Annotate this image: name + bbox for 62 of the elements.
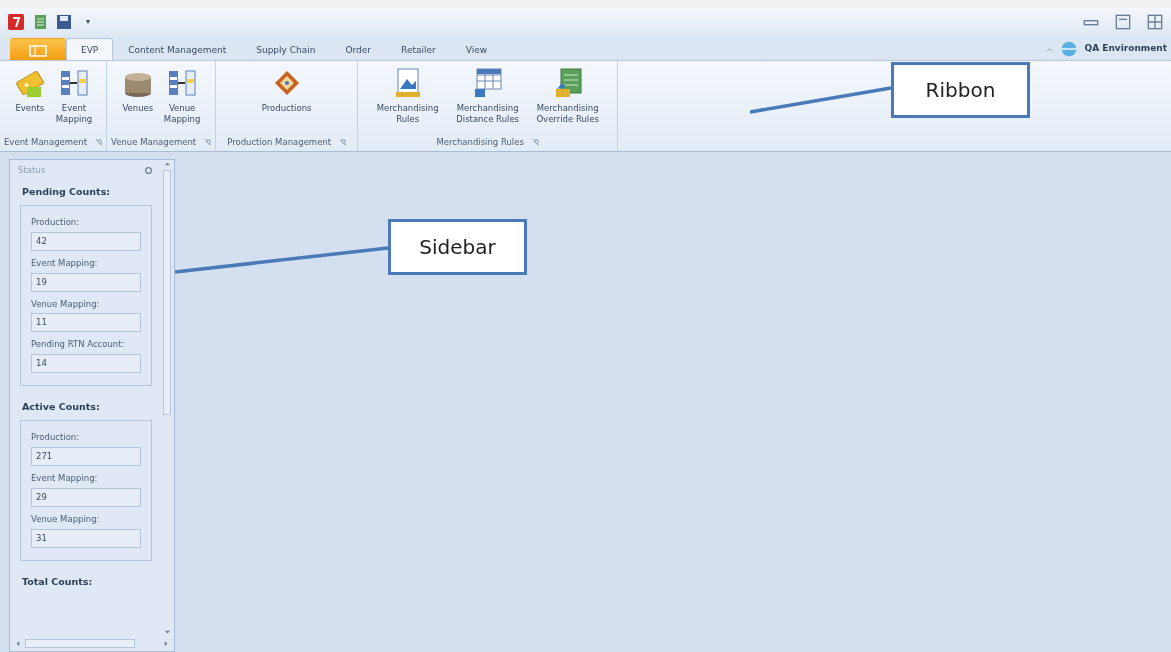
ribbon-button[interactable]: Merchandising Override Rules <box>528 65 607 137</box>
ribbon-button[interactable]: Venue Mapping <box>159 65 205 137</box>
group-label: Production Management <box>227 136 332 149</box>
collapse-icon[interactable] <box>1045 45 1053 53</box>
mapping-icon <box>167 67 198 99</box>
ribbon-button[interactable]: Productions <box>257 65 316 137</box>
scroll-up-icon[interactable] <box>163 160 171 167</box>
scroll-left-icon[interactable] <box>14 639 21 647</box>
scroll-right-icon[interactable] <box>163 639 170 647</box>
callout-label: Sidebar <box>388 219 527 275</box>
count-field[interactable]: 31 <box>31 528 141 548</box>
dialog-launcher-icon[interactable] <box>531 139 539 147</box>
ribbon-tab[interactable]: Retailer <box>386 38 451 60</box>
ribbon-button[interactable]: Merchandising Rules <box>368 65 447 137</box>
globe-icon <box>1060 41 1077 57</box>
group-label: Merchandising Rules <box>436 136 524 149</box>
group-label: Event Management <box>4 136 88 149</box>
mapping-icon <box>59 67 89 99</box>
count-field[interactable]: 29 <box>31 487 141 507</box>
dialog-launcher-icon[interactable] <box>95 139 103 147</box>
group-label: Venue Management <box>111 136 197 149</box>
field-label: Production: <box>31 216 81 229</box>
ribbon-button[interactable]: Events <box>9 65 50 137</box>
field-label: Venue Mapping: <box>31 512 101 526</box>
count-field[interactable]: 271 <box>31 447 141 466</box>
field-label: Production: <box>31 431 81 444</box>
ribbon-button[interactable]: Event Mapping <box>51 65 97 137</box>
ribbon-tab[interactable]: Order <box>330 38 387 60</box>
panel-title: Status <box>18 164 46 177</box>
app-logo-icon <box>8 14 24 30</box>
restore-icon[interactable] <box>1115 14 1131 30</box>
field-label: Event Mapping: <box>31 472 99 485</box>
count-field[interactable]: 19 <box>31 272 141 292</box>
count-field[interactable]: 11 <box>31 313 141 333</box>
field-label: Pending RTN Account: <box>31 338 126 351</box>
menu-caret[interactable]: ▾ <box>86 16 90 28</box>
scrollbar-thumb[interactable] <box>163 170 171 415</box>
section-title: Active Counts: <box>22 400 101 414</box>
count-field[interactable]: 14 <box>31 354 141 373</box>
file-tab[interactable] <box>10 38 66 60</box>
scrollbar-thumb[interactable] <box>25 638 135 648</box>
section-title: Total Counts: <box>22 574 94 589</box>
scroll-down-icon[interactable] <box>163 629 171 636</box>
spreadsheet-icon[interactable] <box>32 14 48 30</box>
count-field[interactable]: 42 <box>31 231 141 251</box>
maximize-icon[interactable] <box>1147 14 1163 30</box>
ribbon-tab[interactable]: View <box>450 38 503 60</box>
table-icon <box>472 67 503 99</box>
dialog-launcher-icon[interactable] <box>339 139 347 147</box>
ribbon-button[interactable]: Merchandising Distance Rules <box>448 65 527 137</box>
save-icon[interactable] <box>56 14 72 30</box>
field-label: Event Mapping: <box>31 256 99 270</box>
ribbon-tab[interactable]: Supply Chain <box>241 38 331 60</box>
callout-label: Ribbon <box>891 62 1030 118</box>
ribbon-button[interactable]: Venues <box>117 65 158 137</box>
field-label: Venue Mapping: <box>31 297 101 311</box>
section-title: Pending Counts: <box>22 184 112 199</box>
dialog-launcher-icon[interactable] <box>204 139 212 147</box>
ribbon-tab[interactable]: EVP <box>66 38 114 60</box>
ribbon-tab[interactable]: Content Management <box>113 38 242 60</box>
file-menu-icon <box>29 44 47 57</box>
environment-label: QA Environment <box>1084 42 1167 56</box>
